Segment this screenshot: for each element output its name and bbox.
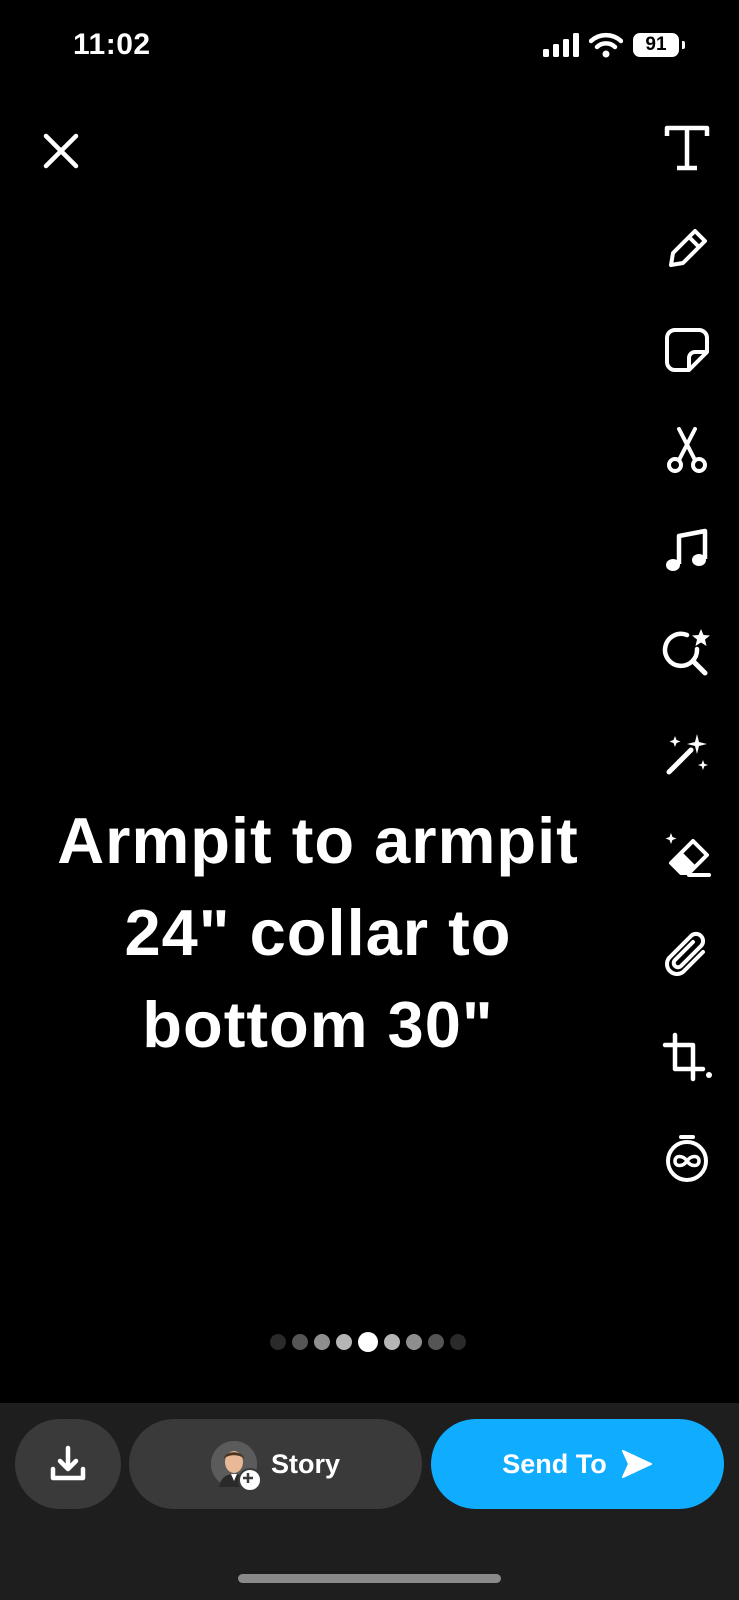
lens-search-tool-button[interactable] bbox=[657, 623, 717, 683]
magic-wand-tool-button[interactable] bbox=[657, 724, 717, 784]
page-dot bbox=[406, 1334, 422, 1350]
crop-icon bbox=[662, 1032, 712, 1082]
sticker-tool-button[interactable] bbox=[657, 320, 717, 380]
page-dot bbox=[292, 1334, 308, 1350]
add-story-badge bbox=[237, 1468, 262, 1492]
music-note-icon bbox=[666, 528, 708, 571]
send-to-button[interactable]: Send To bbox=[431, 1419, 724, 1509]
music-tool-button[interactable] bbox=[657, 522, 717, 582]
paperclip-icon bbox=[665, 931, 706, 976]
close-icon bbox=[43, 133, 79, 169]
text-tool-button[interactable] bbox=[657, 118, 717, 178]
editor-toolbar bbox=[657, 118, 717, 1229]
wifi-icon bbox=[589, 32, 623, 58]
save-button[interactable] bbox=[15, 1419, 121, 1509]
story-label: Story bbox=[270, 1448, 341, 1479]
draw-tool-button[interactable] bbox=[657, 219, 717, 279]
text-icon bbox=[664, 125, 710, 171]
cellular-signal-icon bbox=[543, 33, 579, 57]
download-icon bbox=[50, 1445, 86, 1481]
timer-infinity-icon bbox=[666, 1135, 708, 1182]
send-to-label: Send To bbox=[502, 1448, 607, 1479]
status-time: 11:02 bbox=[73, 28, 151, 61]
page-dot bbox=[384, 1334, 400, 1350]
timer-tool-button[interactable] bbox=[657, 1128, 717, 1188]
bottom-bar: Story Send To bbox=[0, 1403, 739, 1600]
attachment-tool-button[interactable] bbox=[657, 926, 717, 986]
avatar bbox=[210, 1441, 262, 1492]
page-dot bbox=[270, 1334, 286, 1350]
page-dot bbox=[358, 1332, 378, 1352]
sticker-icon bbox=[665, 328, 709, 372]
status-icons: 91 bbox=[543, 32, 685, 58]
lens-search-icon bbox=[662, 629, 710, 676]
crop-tool-button[interactable] bbox=[657, 1027, 717, 1087]
page-dot bbox=[428, 1334, 444, 1350]
close-button[interactable] bbox=[38, 128, 84, 174]
plus-icon bbox=[242, 1473, 253, 1483]
eraser-tool-button[interactable] bbox=[657, 825, 717, 885]
eraser-icon bbox=[665, 833, 711, 877]
home-indicator[interactable] bbox=[238, 1574, 501, 1583]
page-dot bbox=[336, 1334, 352, 1350]
pencil-icon bbox=[669, 229, 707, 267]
scissors-icon bbox=[667, 427, 707, 473]
story-button[interactable]: Story bbox=[129, 1419, 422, 1509]
send-arrow-icon bbox=[621, 1450, 652, 1478]
snap-caption[interactable]: Armpit to armpit 24" collar to bottom 30… bbox=[0, 795, 636, 1071]
battery-icon: 91 bbox=[633, 33, 685, 57]
page-dot bbox=[314, 1334, 330, 1350]
scissors-tool-button[interactable] bbox=[657, 421, 717, 481]
page-indicator bbox=[270, 1332, 466, 1352]
magic-wand-icon bbox=[666, 734, 708, 775]
page-dot bbox=[450, 1334, 466, 1350]
